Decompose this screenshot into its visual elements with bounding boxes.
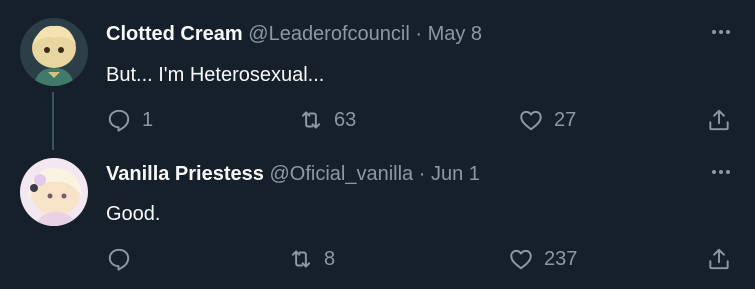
- separator: ·: [418, 163, 426, 185]
- retweet-icon: [291, 250, 311, 268]
- retweet-button[interactable]: 8: [288, 246, 335, 272]
- avatar-image: [20, 18, 88, 86]
- tweet-text: Good.: [106, 203, 161, 225]
- like-icon: [520, 110, 542, 131]
- retweet-button[interactable]: 63: [298, 107, 356, 133]
- retweet-icon: [301, 111, 321, 129]
- user-handle[interactable]: @Oficial_vanilla: [269, 163, 413, 185]
- reply-icon: [108, 109, 130, 132]
- tweet-vanilla-priestess[interactable]: Vanilla Priestess @Oficial_vanilla · Jun…: [0, 150, 755, 289]
- like-icon: [510, 249, 532, 270]
- retweet-count: 8: [324, 247, 336, 270]
- like-count: 27: [554, 108, 577, 131]
- tweet-text: But... I'm Heterosexual...: [106, 64, 325, 86]
- reply-icon: [108, 248, 130, 271]
- like-button[interactable]: 27: [518, 107, 576, 133]
- tweet-header: Vanilla Priestess @Oficial_vanilla · Jun…: [106, 162, 480, 186]
- reply-count: 1: [142, 108, 154, 131]
- more-icon: [712, 30, 730, 34]
- more-button[interactable]: [707, 162, 735, 182]
- tweet-header: Clotted Cream @Leaderofcouncil · May 8: [106, 22, 482, 46]
- reply-button[interactable]: [106, 246, 142, 272]
- share-icon: [709, 248, 729, 270]
- share-button[interactable]: [706, 107, 732, 133]
- separator: ·: [415, 23, 423, 45]
- avatar[interactable]: [20, 18, 88, 86]
- display-name[interactable]: Vanilla Priestess: [106, 163, 264, 185]
- share-button[interactable]: [706, 246, 732, 272]
- avatar[interactable]: [20, 158, 88, 226]
- like-button[interactable]: 237: [508, 246, 577, 272]
- avatar-image: [20, 158, 88, 226]
- reply-button[interactable]: 1: [106, 107, 153, 133]
- display-name[interactable]: Clotted Cream: [106, 23, 243, 45]
- tweet-clotted-cream[interactable]: Clotted Cream @Leaderofcouncil · May 8 B…: [0, 0, 755, 150]
- more-icon: [712, 170, 730, 174]
- retweet-count: 63: [334, 108, 357, 131]
- like-count: 237: [544, 247, 578, 270]
- tweet-date[interactable]: Jun 1: [431, 163, 480, 185]
- user-handle[interactable]: @Leaderofcouncil: [248, 23, 410, 45]
- tweet-date[interactable]: May 8: [428, 23, 482, 45]
- more-button[interactable]: [707, 22, 735, 42]
- thread-line: [52, 92, 54, 150]
- share-icon: [709, 109, 729, 131]
